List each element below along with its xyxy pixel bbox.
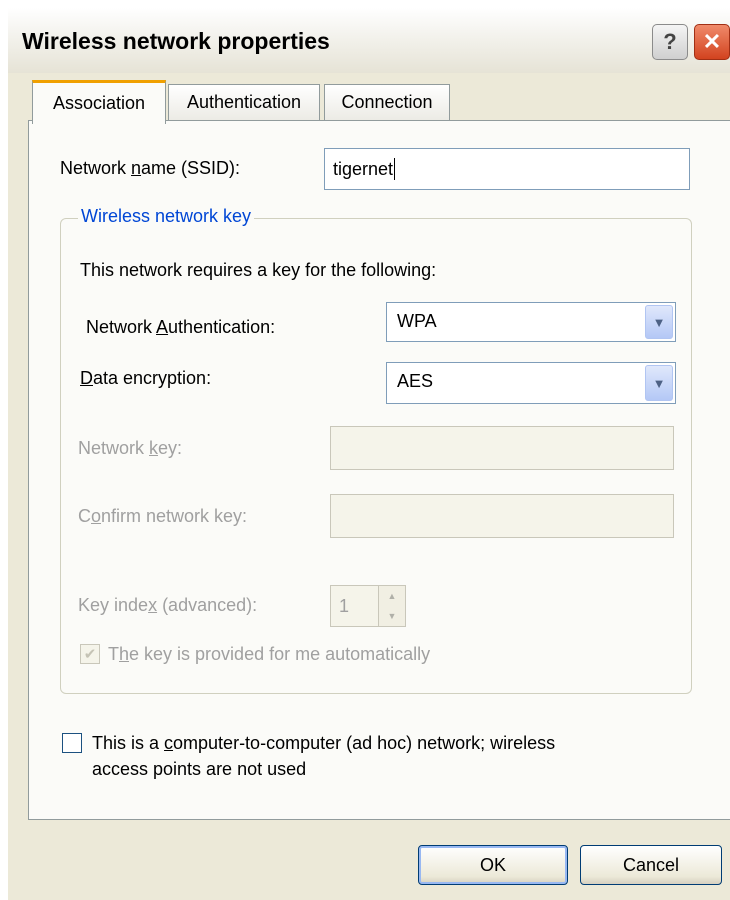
key-index-label: Key index (advanced): [78, 595, 257, 616]
adhoc-label-rest: omputer-to-computer (ad hoc) network; wi… [173, 733, 556, 753]
network-key-label-accesskey: k [149, 438, 159, 458]
data-encryption-label: Data encryption: [80, 368, 211, 389]
network-key-input[interactable] [330, 426, 674, 470]
confirm-key-label-rest: nfirm network key: [101, 506, 248, 526]
adhoc-label-line2: access points are not used [92, 759, 307, 779]
key-index-label-part: Key inde [78, 595, 149, 615]
auto-key-label-rest: e key is provided for me automatically [129, 644, 431, 664]
confirm-key-input[interactable] [330, 494, 674, 538]
ssid-label: Network name (SSID): [60, 158, 240, 179]
network-auth-select[interactable]: WPA ▼ [386, 302, 676, 342]
ssid-label-accesskey: n [131, 158, 142, 178]
auto-key-label: The key is provided for me automatically [108, 644, 430, 665]
network-auth-label-rest: uthentication: [168, 317, 276, 337]
spin-up-icon[interactable]: ▲ [379, 586, 405, 606]
key-index-label-rest: (advanced): [157, 595, 258, 615]
wireless-key-group-title: Wireless network key [78, 206, 255, 227]
key-index-spinner[interactable]: ▲ ▼ [378, 585, 406, 627]
key-requirement-text: This network requires a key for the foll… [80, 260, 437, 280]
ssid-label-rest: ame (SSID): [141, 158, 241, 178]
key-index-input[interactable]: 1 [330, 585, 380, 627]
ok-label: OK [479, 854, 506, 875]
chevron-down-icon[interactable]: ▼ [645, 305, 673, 339]
adhoc-label: This is a computer-to-computer (ad hoc) … [92, 730, 555, 782]
checkmark-icon: ✔ [83, 646, 97, 663]
ssid-value: tigernet [333, 158, 394, 179]
network-auth-label-part: Network [86, 317, 157, 337]
data-encryption-label-rest: ata encryption: [93, 368, 212, 388]
network-auth-label: Network Authentication: [86, 317, 275, 338]
network-key-label-part: Network [78, 438, 150, 458]
adhoc-label-part: This is a [92, 733, 165, 753]
text-caret [394, 158, 396, 180]
confirm-key-label-accesskey: o [91, 506, 102, 526]
confirm-key-label-part: C [78, 506, 91, 526]
cancel-label: Cancel [622, 854, 680, 875]
ssid-label-part: Network [60, 158, 132, 178]
network-key-label: Network key: [78, 438, 182, 459]
adhoc-checkbox[interactable] [62, 733, 82, 753]
cancel-button[interactable]: Cancel [580, 845, 722, 885]
network-auth-label-accesskey: A [156, 317, 169, 337]
adhoc-label-accesskey: c [164, 733, 174, 753]
network-key-label-rest: ey: [158, 438, 183, 458]
data-encryption-value: AES [397, 371, 434, 391]
spin-down-icon[interactable]: ▼ [379, 606, 405, 626]
data-encryption-label-accesskey: D [80, 368, 93, 388]
ok-button[interactable]: OK [418, 845, 568, 885]
auto-key-label-part: T [108, 644, 119, 664]
key-index-label-accesskey: x [148, 595, 158, 615]
auto-key-label-accesskey: h [119, 644, 130, 664]
ssid-input[interactable]: tigernet [324, 148, 690, 190]
key-index-value: 1 [339, 595, 350, 616]
confirm-key-label: Confirm network key: [78, 506, 247, 527]
chevron-down-icon[interactable]: ▼ [645, 365, 673, 401]
network-auth-value: WPA [397, 311, 437, 331]
data-encryption-select[interactable]: AES ▼ [386, 362, 676, 404]
auto-key-checkbox[interactable]: ✔ [80, 644, 100, 664]
